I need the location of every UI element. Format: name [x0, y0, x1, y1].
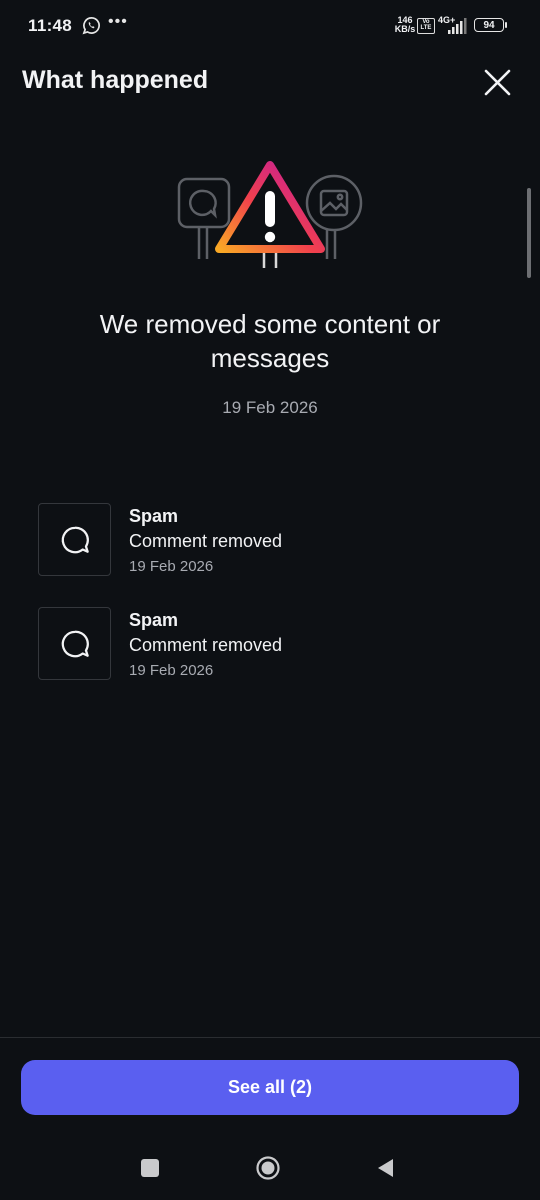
see-all-button[interactable]: See all (2) — [21, 1060, 519, 1115]
warning-triangle-icon — [215, 161, 325, 268]
more-dots-icon: ••• — [108, 13, 128, 30]
back-button[interactable] — [375, 1157, 395, 1179]
item-date: 19 Feb 2026 — [129, 558, 214, 575]
scrollbar-thumb[interactable] — [527, 188, 531, 278]
list-item[interactable]: Spam Comment removed 19 Feb 2026 — [38, 503, 498, 579]
signal-icon: 4G+ — [438, 15, 470, 35]
home-button[interactable] — [256, 1156, 280, 1180]
status-bar: 11:48 ••• 146 KB/s Vo LTE 4G+ 94 — [0, 0, 540, 52]
item-title: Spam — [129, 506, 179, 526]
item-date: 19 Feb 2026 — [129, 662, 214, 679]
page-title: What happened — [22, 66, 209, 94]
network-speed: 146 KB/s — [394, 15, 416, 34]
comment-icon — [61, 630, 89, 657]
item-title: Spam — [129, 610, 179, 630]
whatsapp-icon — [82, 17, 100, 35]
removed-content-illustration — [170, 155, 370, 275]
battery-icon: 94 — [474, 18, 507, 32]
item-subtitle: Comment removed — [129, 531, 283, 551]
footer-divider — [0, 1037, 540, 1038]
close-icon — [484, 69, 511, 96]
comment-icon — [61, 526, 89, 553]
item-subtitle: Comment removed — [129, 635, 283, 655]
status-time: 11:48 — [28, 16, 73, 35]
headline: We removed some content or messages — [99, 309, 441, 373]
headline-date: 19 Feb 2026 — [222, 398, 318, 417]
volte-icon: Vo LTE — [417, 18, 435, 34]
system-nav-bar — [0, 1140, 540, 1200]
item-thumbnail — [38, 503, 111, 576]
close-button[interactable] — [478, 62, 518, 102]
recents-button[interactable] — [141, 1159, 159, 1177]
list-item[interactable]: Spam Comment removed 19 Feb 2026 — [38, 607, 498, 683]
item-thumbnail — [38, 607, 111, 680]
